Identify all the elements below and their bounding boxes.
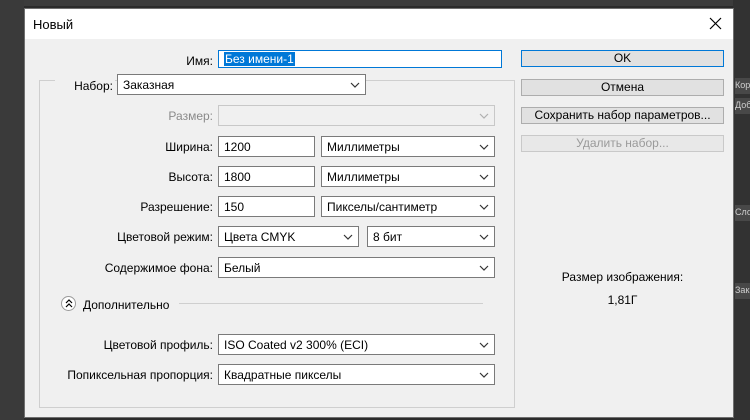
resolution-label: Разрешение: [140,200,213,214]
resolution-input[interactable]: 150 [218,196,315,217]
bit-depth-value: 8 бит [373,230,403,244]
width-unit-dropdown[interactable]: Миллиметры [321,136,495,157]
chevron-down-icon [479,204,489,210]
new-document-dialog: Новый Имя: Без имени-1 Набор: Заказная Р… [24,8,734,418]
cancel-button[interactable]: Отмена [521,79,724,96]
advanced-divider [179,303,483,304]
host-panel-item[interactable]: Сло [735,205,750,221]
width-input[interactable]: 1200 [218,136,315,157]
host-panel-item[interactable]: Закр [735,283,750,299]
host-panel-item[interactable]: Доб [735,98,750,114]
chevron-down-icon [479,144,489,150]
preset-label: Набор: [55,79,115,93]
color-profile-value: ISO Coated v2 300% (ECI) [224,338,369,352]
chevron-down-icon [479,234,489,240]
pixel-aspect-value: Квадратные пикселы [224,368,342,382]
chevron-down-icon [479,372,489,378]
background-value: Белый [224,261,261,275]
advanced-label: Дополнительно [83,298,170,312]
chevron-down-icon [479,174,489,180]
chevron-down-icon [350,82,360,88]
delete-preset-button[interactable]: Удалить набор... [521,135,724,152]
color-mode-label: Цветовой режим: [117,230,213,244]
size-dropdown[interactable] [218,105,495,126]
host-panel-item[interactable]: Кор [735,78,750,94]
host-right-panel: Кор Доб Сло Закр [733,0,750,420]
height-unit-dropdown[interactable]: Миллиметры [321,166,495,187]
dialog-title: Новый [33,17,74,32]
close-button[interactable] [699,9,733,39]
color-profile-label: Цветовой профиль: [103,338,213,352]
size-label: Размер: [168,109,213,123]
color-profile-dropdown[interactable]: ISO Coated v2 300% (ECI) [218,334,495,355]
double-chevron-up-icon [65,299,73,308]
color-mode-dropdown[interactable]: Цвета CMYK [218,226,359,247]
preset-dropdown[interactable]: Заказная [117,74,366,95]
width-unit-value: Миллиметры [327,140,400,154]
background-label: Содержимое фона: [104,261,213,275]
chevron-down-icon [479,113,489,119]
background-dropdown[interactable]: Белый [218,257,495,278]
color-mode-value: Цвета CMYK [224,230,296,244]
height-label: Высота: [168,170,213,184]
width-label: Ширина: [165,140,213,154]
title-bar: Новый [25,9,733,39]
resolution-value: 150 [224,200,245,214]
resolution-unit-dropdown[interactable]: Пикселы/сантиметр [321,196,495,217]
name-value: Без имени-1 [224,52,295,66]
height-value: 1800 [224,170,251,184]
chevron-down-icon [479,265,489,271]
chevron-down-icon [343,234,353,240]
width-value: 1200 [224,140,251,154]
name-input[interactable]: Без имени-1 [218,50,502,68]
ok-button[interactable]: OK [521,50,724,67]
height-input[interactable]: 1800 [218,166,315,187]
resolution-unit-value: Пикселы/сантиметр [327,200,438,214]
height-unit-value: Миллиметры [327,170,400,184]
host-left-panel [0,0,24,420]
chevron-down-icon [479,342,489,348]
save-preset-button[interactable]: Сохранить набор параметров... [521,107,724,124]
name-label: Имя: [186,54,213,68]
preset-value: Заказная [123,78,175,92]
image-size-label: Размер изображения: [561,270,684,284]
image-size-value: 1,81Г [607,293,638,307]
advanced-toggle-button[interactable] [61,296,76,311]
close-icon [709,17,722,30]
host-top-bar [0,0,750,6]
pixel-aspect-label: Попиксельная пропорция: [67,368,213,382]
bit-depth-dropdown[interactable]: 8 бит [367,226,495,247]
pixel-aspect-dropdown[interactable]: Квадратные пикселы [218,364,495,385]
